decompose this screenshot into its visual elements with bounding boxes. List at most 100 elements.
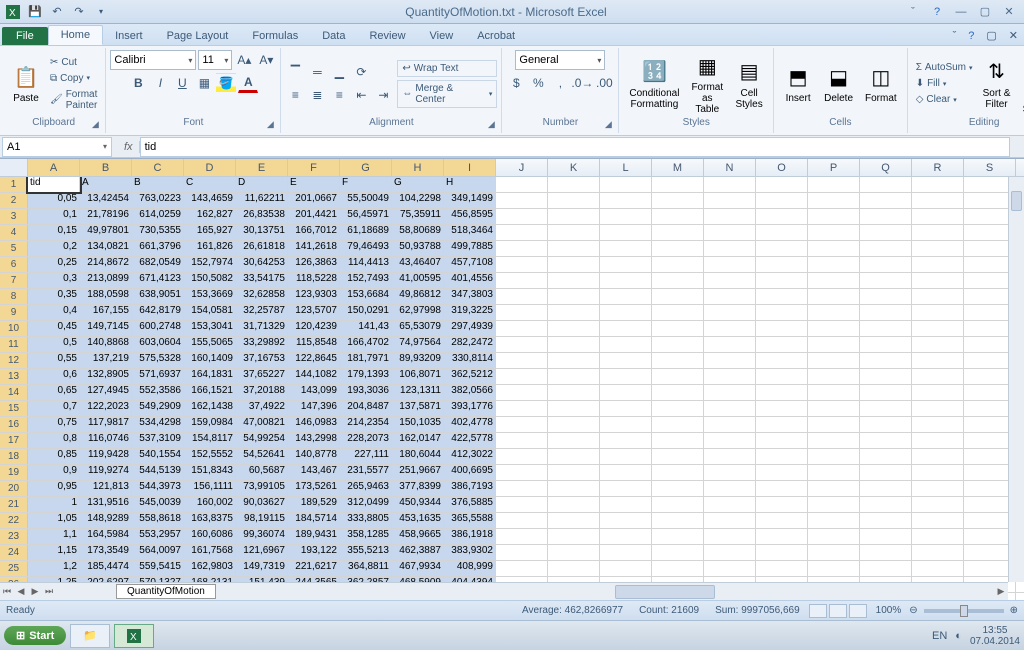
percent-format-icon[interactable]: % (528, 73, 548, 93)
taskbar-excel[interactable]: X (114, 624, 154, 648)
cell[interactable]: 422,5778 (444, 433, 496, 448)
excel-icon[interactable]: X (4, 3, 22, 21)
cell[interactable] (912, 241, 964, 256)
cell[interactable]: 0,55 (28, 353, 80, 368)
cell[interactable] (652, 481, 704, 496)
tab-home[interactable]: Home (48, 25, 103, 45)
cell[interactable]: 160,6086 (184, 529, 236, 544)
redo-icon[interactable]: ↷ (70, 3, 88, 21)
cell[interactable]: 400,6695 (444, 465, 496, 480)
font-dialog-icon[interactable]: ◢ (264, 119, 276, 131)
cell[interactable]: 162,0147 (392, 433, 444, 448)
cell[interactable]: 50,93788 (392, 241, 444, 256)
cell[interactable] (860, 433, 912, 448)
cell[interactable]: 61,18689 (340, 225, 392, 240)
cell[interactable]: 160,1409 (184, 353, 236, 368)
cell[interactable] (652, 289, 704, 304)
cell[interactable] (756, 273, 808, 288)
cell[interactable] (548, 481, 600, 496)
cell[interactable] (600, 353, 652, 368)
align-center-icon[interactable]: ≣ (307, 85, 327, 105)
cell[interactable] (652, 177, 704, 192)
align-middle-icon[interactable]: ═ (307, 62, 327, 82)
cell[interactable] (704, 529, 756, 544)
cell[interactable]: 166,4702 (340, 337, 392, 352)
cell[interactable]: 1,05 (28, 513, 80, 528)
cell[interactable]: 117,9817 (80, 417, 132, 432)
cell[interactable] (912, 401, 964, 416)
cell[interactable]: 185,4474 (80, 561, 132, 576)
cell[interactable]: 166,1521 (184, 385, 236, 400)
sheet-nav-next-icon[interactable]: ▶ (28, 586, 42, 597)
cell[interactable] (496, 273, 548, 288)
cell[interactable] (860, 209, 912, 224)
cell[interactable] (652, 417, 704, 432)
cell[interactable] (808, 385, 860, 400)
sort-filter-button[interactable]: ⇅Sort & Filter (977, 56, 1017, 112)
cell[interactable] (548, 177, 600, 192)
cell[interactable] (600, 369, 652, 384)
cell[interactable]: 153,3041 (184, 321, 236, 336)
increase-indent-icon[interactable]: ⇥ (373, 85, 393, 105)
cell[interactable]: 265,9463 (340, 481, 392, 496)
cell[interactable]: 251,9667 (392, 465, 444, 480)
column-header[interactable]: N (704, 159, 756, 176)
cell[interactable]: 1,15 (28, 545, 80, 560)
cell[interactable] (496, 545, 548, 560)
cell[interactable] (756, 369, 808, 384)
cell[interactable]: 160,002 (184, 497, 236, 512)
cell[interactable]: 121,6967 (236, 545, 288, 560)
cell[interactable] (548, 305, 600, 320)
row-header[interactable]: 14 (0, 385, 28, 400)
font-name-combo[interactable]: Calibri▾ (110, 50, 196, 70)
cell[interactable]: 75,35911 (392, 209, 444, 224)
cell[interactable]: 377,8399 (392, 481, 444, 496)
cell[interactable] (808, 321, 860, 336)
align-right-icon[interactable]: ≡ (329, 85, 349, 105)
cell[interactable]: 89,93209 (392, 353, 444, 368)
cell[interactable]: 564,0097 (132, 545, 184, 560)
zoom-in-icon[interactable]: ⊕ (1010, 605, 1018, 616)
cell[interactable] (912, 529, 964, 544)
cell[interactable] (600, 257, 652, 272)
cell[interactable]: 118,5228 (288, 273, 340, 288)
increase-decimal-icon[interactable]: .0→ (572, 73, 592, 93)
cell[interactable] (548, 433, 600, 448)
cell[interactable] (496, 321, 548, 336)
cell[interactable] (652, 273, 704, 288)
cell[interactable]: 150,1035 (392, 417, 444, 432)
cell[interactable]: 37,20188 (236, 385, 288, 400)
help-icon[interactable]: ? (926, 4, 948, 20)
cell[interactable] (756, 417, 808, 432)
cell[interactable] (652, 353, 704, 368)
cell[interactable]: 333,8805 (340, 513, 392, 528)
cell[interactable] (496, 257, 548, 272)
restore-icon[interactable]: ▢ (974, 4, 996, 20)
cell[interactable]: 151,8343 (184, 465, 236, 480)
fx-icon[interactable]: fx (118, 141, 140, 153)
cell[interactable]: 153,3669 (184, 289, 236, 304)
cell[interactable]: 152,7493 (340, 273, 392, 288)
cell[interactable] (548, 241, 600, 256)
cell[interactable]: 231,5577 (340, 465, 392, 480)
cell[interactable]: 181,7971 (340, 353, 392, 368)
cell[interactable]: 227,111 (340, 449, 392, 464)
cell[interactable] (496, 353, 548, 368)
cell[interactable] (808, 193, 860, 208)
row-header[interactable]: 15 (0, 401, 28, 416)
cell[interactable]: 462,3887 (392, 545, 444, 560)
cell[interactable]: 161,826 (184, 241, 236, 256)
cell[interactable]: 365,5588 (444, 513, 496, 528)
cell[interactable] (912, 353, 964, 368)
cell[interactable] (600, 385, 652, 400)
cell[interactable]: 201,0667 (288, 193, 340, 208)
row-header[interactable]: 22 (0, 513, 28, 528)
fill-button[interactable]: ⬇Fill▾ (912, 76, 977, 91)
cell[interactable] (860, 449, 912, 464)
cell[interactable] (652, 545, 704, 560)
column-header[interactable]: M (652, 159, 704, 176)
wrap-text-button[interactable]: ↩Wrap Text (397, 60, 497, 77)
column-header[interactable]: S (964, 159, 1016, 176)
borders-icon[interactable]: ▦ (194, 73, 214, 93)
cell[interactable] (652, 193, 704, 208)
